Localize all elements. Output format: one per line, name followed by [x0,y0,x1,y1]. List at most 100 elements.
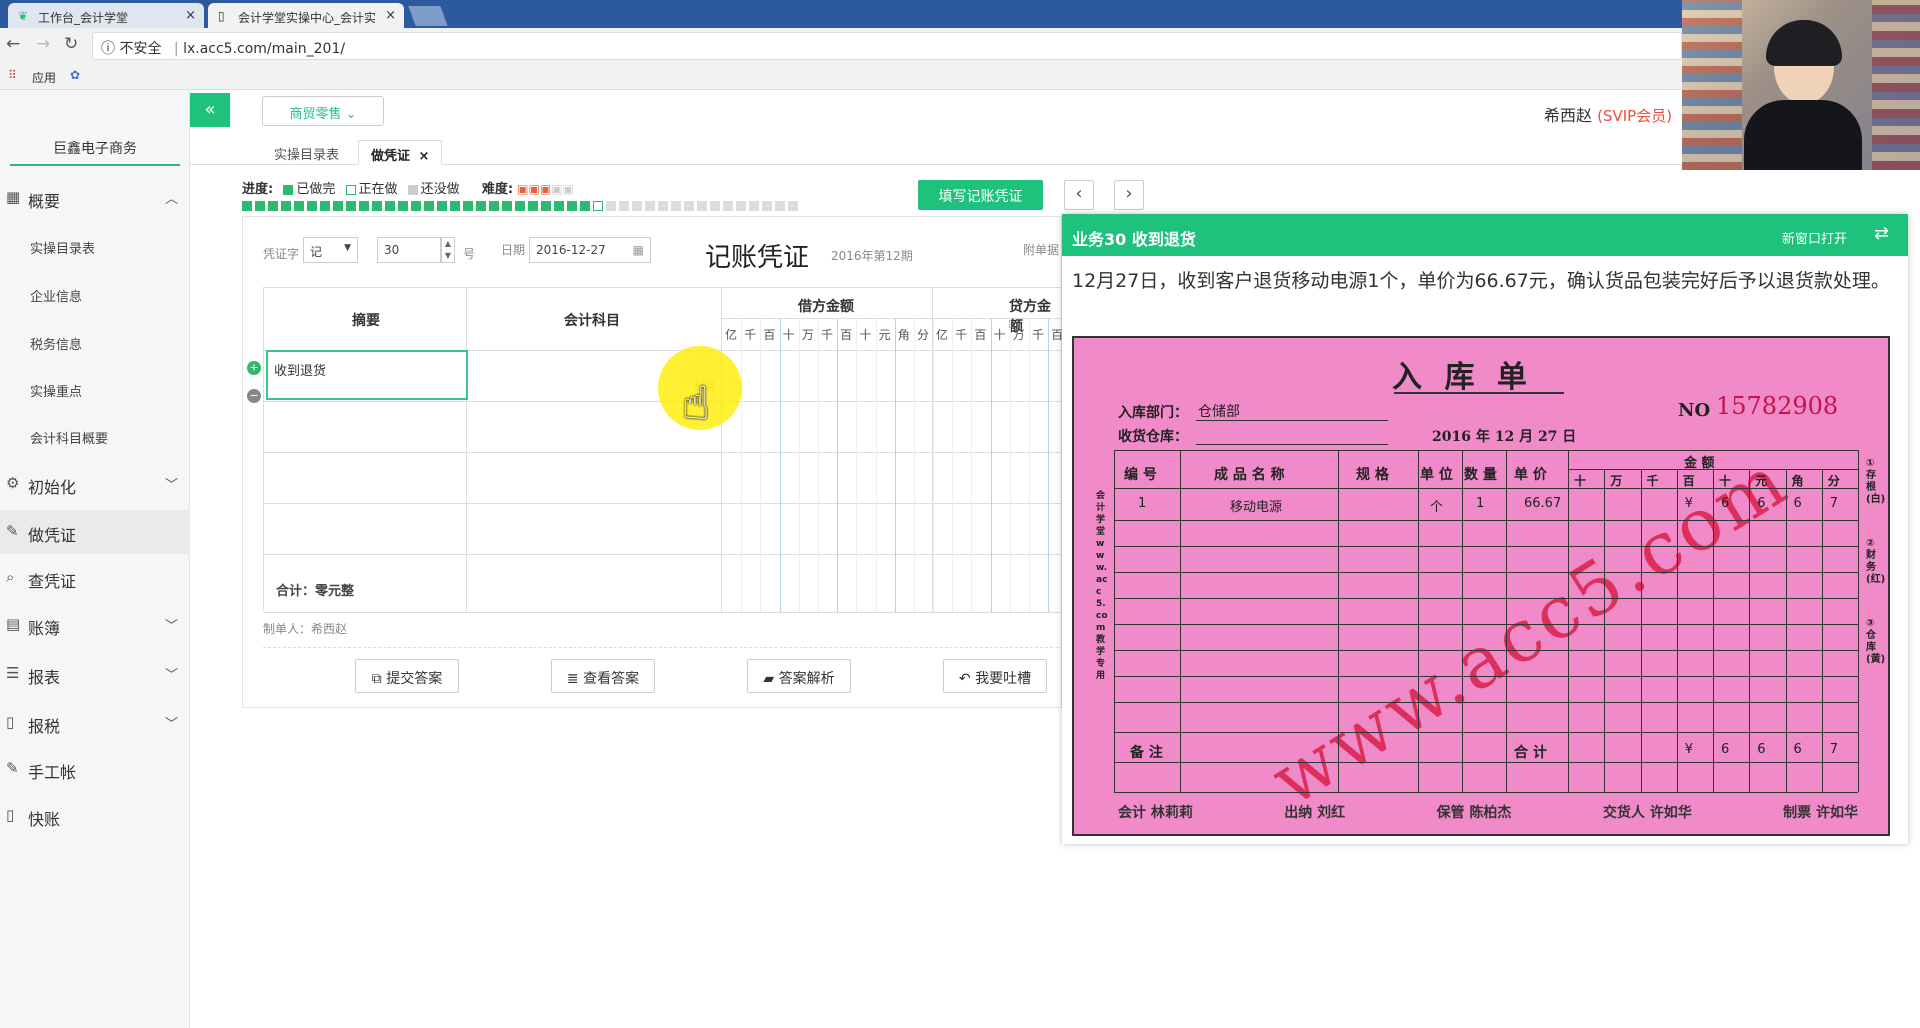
baidu-paw-icon[interactable]: ✿ [70,68,80,82]
dept-label: 入库部门： [1118,405,1188,421]
browser-tab-workbench[interactable]: ❦ 工作台_会计学堂 × [8,3,204,28]
forward-icon[interactable]: → [36,34,50,54]
calendar-icon[interactable]: ▦ [633,243,644,257]
sig-name: 刘红 [1317,805,1346,821]
debit-digit-header: 十 [782,328,795,342]
summary-input[interactable]: 收到退货 [266,350,468,400]
close-tab-icon[interactable]: × [419,149,430,164]
menu-initialize[interactable]: ⚙ 初始化 ﹀ [0,462,190,506]
grid-row-line [1114,572,1858,573]
grid-col-line [1114,450,1115,792]
submit-answer-button[interactable]: ⧉ 提交答案 [355,659,459,693]
digit-gridline [741,319,743,612]
warehouse-receipt: www.acc5.com 入 库 单 入库部门： 仓储部 收货仓库： 2016 … [1072,336,1890,836]
add-row-icon[interactable]: + [247,361,261,375]
view-answer-button[interactable]: ≣ 查看答案 [551,659,655,693]
sig-name: 许如华 [1816,805,1858,821]
digit-gridline [1029,319,1030,612]
submenu-tax-info[interactable]: 税务信息 [30,334,82,353]
menu-tax[interactable]: ▯ 报税 ﹀ [0,701,190,745]
close-tab-icon[interactable]: × [185,8,196,23]
open-new-window-link[interactable]: 新窗口打开 [1782,228,1847,247]
close-tab-icon[interactable]: × [385,8,396,23]
progress-segment [307,201,317,211]
progress-segment [632,201,642,211]
tab-make-voucher[interactable]: 做凭证 × [358,140,443,165]
amount-digit-line [1749,469,1751,792]
reload-icon[interactable]: ↻ [64,34,78,54]
reply-icon: ↶ [958,671,976,687]
digit-gridline [971,319,973,612]
digit-gridline [1009,319,1011,612]
menu-ledger[interactable]: ▤ 账簿 ﹀ [0,603,190,647]
apps-grid-icon[interactable]: ⠿ [8,68,17,82]
number-stepper[interactable]: ▲ ▼ [441,237,455,263]
sidebar: 巨鑫电子商务 ▦ 概要 ︿ 实操目录表 企业信息 税务信息 实操重点 会计科目概… [0,90,190,1028]
row-amount-digit: 6 [1721,496,1730,511]
difficulty-label: 难度: [481,182,514,197]
debit-digit-header: 十 [859,328,872,342]
list-icon: ☰ [6,664,20,682]
voucher-word-select[interactable]: 记 ▼ [303,237,358,263]
url-input[interactable]: ⓘ 不安全 | lx.acc5.com/main_201/ [92,32,1682,60]
progress-label: 进度: [242,182,274,197]
next-arrow-button[interactable]: › [1114,180,1144,210]
bookshelf-left [1682,0,1742,170]
progress-segment [710,201,720,211]
fill-voucher-button[interactable]: 填写记账凭证 [918,180,1043,210]
collapse-sidebar-button[interactable]: « [190,93,230,127]
company-name: 巨鑫电子商务 [10,132,180,166]
grid-col-line [1462,450,1463,792]
difficulty-empty-stars: ▣▣ [551,182,574,196]
digit-gridline [760,319,762,612]
remove-row-icon[interactable]: − [247,389,261,403]
user-info[interactable]: 希西赵 (SVIP会员) [1544,102,1672,126]
progress-segment [515,201,525,211]
feedback-button[interactable]: ↶ 我要吐槽 [943,659,1047,693]
credit-digit-header: 千 [955,328,968,342]
divider [263,647,1063,648]
submenu-accounts-overview[interactable]: 会计科目概要 [30,428,108,447]
side-note-left: 会计学堂www.acc5.com教学专用 [1096,491,1108,681]
todo-swatch [407,184,418,195]
voucher-number-input[interactable]: 30 [377,237,441,263]
browser-tab-practice[interactable]: ▯ 会计学堂实操中心_会计实 × [208,3,404,28]
progress-segment [723,201,733,211]
date-label: 日期 [501,243,526,257]
date-input[interactable]: 2016-12-27 ▦ [529,237,651,263]
submenu-key-points[interactable]: 实操重点 [30,381,82,400]
tab-label: 做凭证 [371,149,411,164]
total-label: 合 计 [1514,745,1547,761]
menu-make-voucher[interactable]: ✎ 做凭证 [0,510,190,554]
prev-arrow-button[interactable]: ‹ [1064,180,1094,210]
progress-segment [788,201,798,211]
progress-segment [398,201,408,211]
page-icon: ▯ [218,9,225,23]
presenter-hair [1766,20,1842,66]
credit-digit-header: 万 [1012,328,1025,342]
amount-header: 金 额 [1684,456,1715,471]
date-value: 2016-12-27 [536,243,606,257]
progress-legend: 进度: 已做完 正在做 还没做 难度: ▣▣▣▣▣ [242,178,574,197]
tab-catalog[interactable]: 实操目录表 [262,140,351,165]
chevron-down-icon: ﹀ [164,717,178,732]
industry-dropdown[interactable]: 商贸零售 ⌄ [262,96,384,126]
menu-manual-ledger[interactable]: ✎ 手工帐 [0,747,190,791]
back-icon[interactable]: ← [6,34,20,54]
submenu-company-info[interactable]: 企业信息 [30,286,82,305]
menu-query-voucher[interactable]: ⌕ 查凭证 [0,556,190,600]
row-name: 移动电源 [1230,500,1283,515]
attachments-label: 附单据 [1023,243,1060,257]
menu-overview[interactable]: ▦ 概要 ︿ [0,176,190,220]
progress-segment [749,201,759,211]
info-icon: ⓘ [101,41,115,57]
menu-quick-ledger[interactable]: ▯ 快账 [0,794,190,838]
answer-analysis-button[interactable]: ▰ 答案解析 [747,659,851,693]
total-amount-digit: 6 [1793,742,1802,757]
menu-reports[interactable]: ☰ 报表 ﹀ [0,652,190,696]
submenu-catalog[interactable]: 实操目录表 [30,238,95,257]
bookmark-apps[interactable]: 应用 [32,69,56,86]
new-tab-button[interactable] [408,6,448,26]
swap-icon[interactable]: ⇄ [1874,223,1889,244]
progress-segment [320,201,330,211]
